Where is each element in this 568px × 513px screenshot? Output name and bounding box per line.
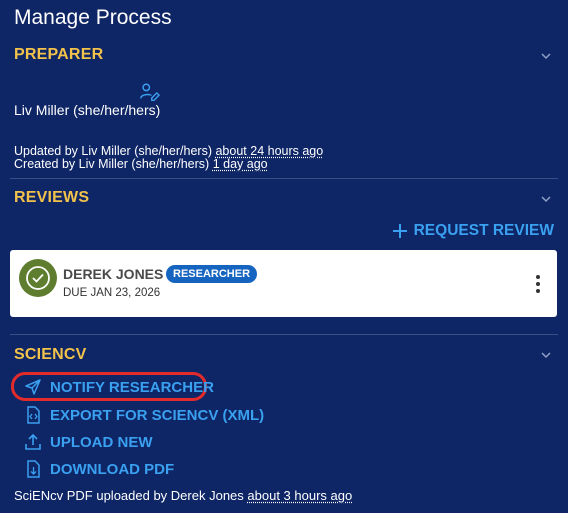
reviews-heading[interactable]: REVIEWS — [14, 189, 89, 207]
avatar — [19, 259, 57, 297]
preparer-name: Liv Miller (she/her/hers) — [14, 102, 161, 118]
upload-icon — [25, 433, 41, 450]
upload-new-button[interactable]: UPLOAD NEW — [24, 433, 153, 451]
download-pdf-label: DOWNLOAD PDF — [50, 460, 175, 478]
edit-user-icon[interactable] — [138, 81, 160, 103]
divider — [10, 334, 558, 335]
upload-status-text: SciENcv PDF uploaded by Derek Jones — [14, 488, 244, 503]
created-by-line: Created by Liv Miller (she/her/hers) 1 d… — [14, 157, 268, 171]
due-date: DUE JAN 23, 2026 — [63, 287, 161, 299]
download-pdf-button[interactable]: DOWNLOAD PDF — [24, 460, 174, 478]
request-review-button[interactable]: REQUEST REVIEW — [392, 222, 554, 240]
upload-status-line: SciENcv PDF uploaded by Derek Jones abou… — [14, 488, 352, 503]
role-badge: RESEARCHER — [166, 265, 258, 283]
more-options-icon[interactable] — [535, 274, 541, 294]
chevron-down-icon[interactable] — [539, 192, 553, 206]
page-title: Manage Process — [14, 6, 172, 29]
updated-by-line: Updated by Liv Miller (she/her/hers) abo… — [14, 144, 323, 158]
updated-by-text: Updated by Liv Miller (she/her/hers) — [14, 144, 212, 158]
review-card: DEREK JONES RESEARCHER DUE JAN 23, 2026 — [10, 250, 557, 317]
upload-new-label: UPLOAD NEW — [50, 433, 153, 451]
upload-time: about 3 hours ago — [247, 488, 353, 503]
send-icon — [25, 379, 41, 395]
export-sciencv-label: EXPORT FOR SCIENCV (XML) — [50, 406, 265, 424]
download-file-icon — [27, 460, 40, 478]
notify-researcher-button[interactable]: NOTIFY RESEARCHER — [24, 378, 214, 396]
chevron-down-icon[interactable] — [539, 348, 553, 362]
notify-researcher-label: NOTIFY RESEARCHER — [50, 378, 214, 396]
updated-time: about 24 hours ago — [215, 144, 324, 158]
preparer-heading[interactable]: PREPARER — [14, 46, 103, 64]
chevron-down-icon[interactable] — [539, 49, 553, 63]
code-file-icon — [27, 406, 40, 424]
request-review-label: REQUEST REVIEW — [413, 222, 554, 239]
divider — [10, 178, 558, 179]
plus-icon — [392, 224, 407, 238]
check-circle-icon — [26, 266, 50, 290]
sciencv-heading[interactable]: SCIENCV — [14, 346, 87, 364]
export-sciencv-button[interactable]: EXPORT FOR SCIENCV (XML) — [24, 406, 264, 424]
reviewer-name: DEREK JONES — [63, 266, 164, 282]
created-time: 1 day ago — [212, 157, 268, 171]
created-by-text: Created by Liv Miller (she/her/hers) — [14, 157, 210, 171]
